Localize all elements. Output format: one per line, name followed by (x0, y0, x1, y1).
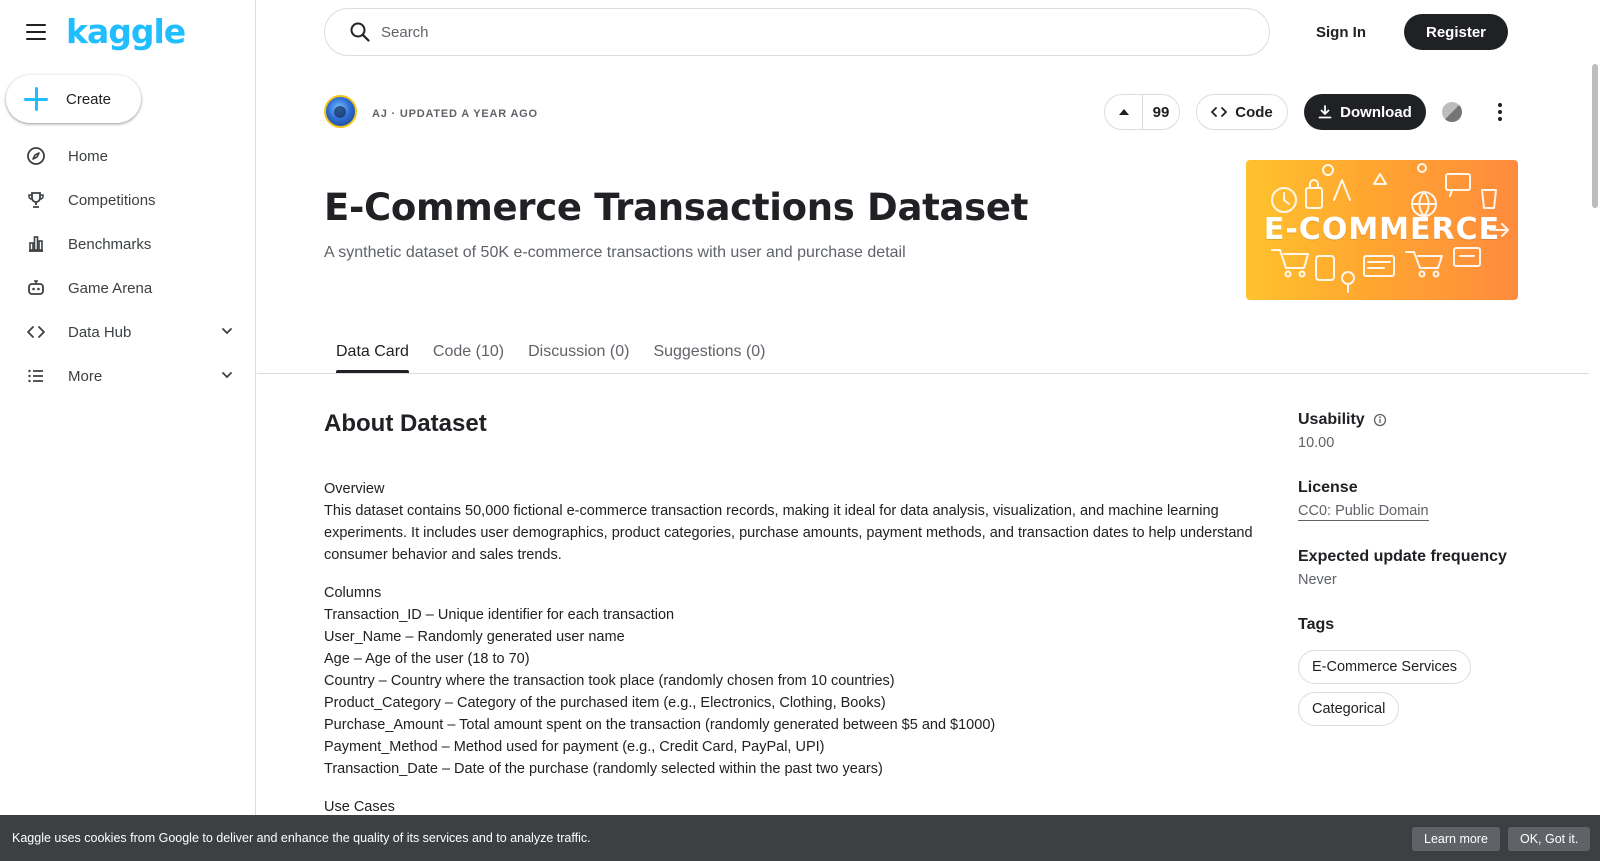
usability-section: Usability 10.00 (1298, 411, 1538, 451)
more-options-icon[interactable] (1494, 100, 1506, 124)
upvote-button[interactable] (1105, 95, 1143, 129)
create-button[interactable]: Create (6, 75, 141, 123)
column-item: Country – Country where the transaction … (324, 673, 895, 689)
cookie-banner: Kaggle uses cookies from Google to deliv… (0, 815, 1600, 861)
sidebar-item-label: Benchmarks (68, 235, 152, 253)
download-button[interactable]: Download (1304, 94, 1426, 130)
about-content: Overview This dataset contains 50,000 fi… (324, 478, 1264, 834)
sidebar-item-data-hub[interactable]: Data Hub (0, 310, 256, 354)
overview-text: This dataset contains 50,000 fictional e… (324, 503, 1253, 563)
theme-toggle-icon[interactable] (1442, 102, 1462, 122)
frequency-value: Never (1298, 572, 1337, 588)
update-frequency-section: Expected update frequency Never (1298, 548, 1538, 588)
tabs-divider (257, 373, 1589, 374)
about-heading: About Dataset (324, 410, 487, 437)
license-link[interactable]: CC0: Public Domain (1298, 503, 1429, 521)
page-subtitle: A synthetic dataset of 50K e-commerce tr… (324, 244, 906, 261)
column-item: User_Name – Randomly generated user name (324, 629, 625, 645)
avatar[interactable] (324, 95, 357, 128)
tag-chip[interactable]: E-Commerce Services (1298, 650, 1472, 684)
tab-suggestions[interactable]: Suggestions (0) (641, 330, 777, 374)
bar-chart-icon (26, 234, 46, 254)
vote-count[interactable]: 99 (1143, 104, 1179, 121)
caret-up-icon (1118, 109, 1129, 115)
chevron-down-icon[interactable] (220, 324, 234, 338)
author-meta: AJ · UPDATED A YEAR AGO (372, 108, 538, 120)
tab-code[interactable]: Code (10) (421, 330, 516, 374)
cookie-ok-button[interactable]: OK, Got it. (1508, 827, 1591, 851)
frequency-label: Expected update frequency (1298, 548, 1507, 565)
sidebar-item-label: Competitions (68, 191, 156, 209)
tab-discussion[interactable]: Discussion (0) (516, 330, 641, 374)
sidebar: kaggle Create Home Competitions Benchmar… (0, 0, 256, 861)
search-input[interactable] (381, 23, 1231, 41)
search-icon (350, 22, 370, 42)
columns-title: Columns (324, 585, 382, 601)
sidebar-item-home[interactable]: Home (0, 134, 256, 178)
trophy-icon (26, 190, 46, 210)
column-item: Payment_Method – Method used for payment… (324, 739, 825, 755)
banner-title: E-COMMERCE (1263, 212, 1501, 247)
compass-icon (26, 146, 46, 166)
tags-label: Tags (1298, 616, 1335, 633)
tab-data-card[interactable]: Data Card (324, 330, 421, 374)
download-icon (1318, 105, 1332, 119)
column-item: Transaction_ID – Unique identifier for e… (324, 607, 675, 623)
cookie-text: Kaggle uses cookies from Google to deliv… (12, 831, 591, 845)
column-item: Age – Age of the user (18 to 70) (324, 651, 530, 667)
usability-label: Usability (1298, 411, 1365, 428)
sidebar-nav: Home Competitions Benchmarks Game Arena … (0, 134, 256, 398)
tag-chip[interactable]: Categorical (1298, 692, 1400, 726)
code-button[interactable]: Code (1196, 94, 1288, 130)
license-label: License (1298, 479, 1358, 496)
robot-icon (26, 278, 46, 298)
create-label: Create (66, 90, 112, 108)
usability-value: 10.00 (1298, 435, 1335, 451)
sidebar-item-label: Data Hub (68, 323, 132, 341)
sidebar-item-game-arena[interactable]: Game Arena (0, 266, 256, 310)
code-icon (1211, 107, 1228, 117)
register-button[interactable]: Register (1404, 14, 1508, 50)
columns-section: Columns Transaction_ID – Unique identifi… (324, 582, 1264, 780)
chevron-down-icon[interactable] (220, 368, 234, 382)
tags-section: Tags E-Commerce Services Categorical (1298, 616, 1538, 726)
code-button-label: Code (1235, 103, 1273, 121)
dataset-cover-image: E-COMMERCE (1246, 160, 1518, 300)
download-button-label: Download (1340, 103, 1412, 121)
column-item: Purchase_Amount – Total amount spent on … (324, 717, 996, 733)
page-scrollbar[interactable] (1592, 64, 1598, 208)
sidebar-item-label: More (68, 367, 103, 385)
sidebar-item-label: Game Arena (68, 279, 153, 297)
sidebar-item-more[interactable]: More (0, 354, 256, 398)
learn-more-button[interactable]: Learn more (1412, 827, 1500, 851)
plus-icon (24, 87, 48, 111)
license-section: License CC0: Public Domain (1298, 479, 1538, 521)
column-item: Transaction_Date – Date of the purchase … (324, 761, 883, 777)
overview-title: Overview (324, 481, 385, 497)
page-title: E-Commerce Transactions Dataset (324, 186, 1029, 229)
code-icon (26, 322, 46, 342)
column-item: Product_Category – Category of the purch… (324, 695, 886, 711)
kaggle-logo[interactable]: kaggle (66, 12, 186, 51)
hamburger-menu-icon[interactable] (26, 24, 46, 40)
dataset-tabs: Data Card Code (10) Discussion (0) Sugge… (324, 330, 778, 374)
upvote-widget: 99 (1104, 94, 1180, 130)
sign-in-button[interactable]: Sign In (1298, 14, 1384, 50)
list-icon (26, 366, 46, 386)
sidebar-item-label: Home (68, 147, 109, 165)
info-icon[interactable] (1373, 413, 1387, 427)
overview-section: Overview This dataset contains 50,000 fi… (324, 478, 1264, 566)
sidebar-item-benchmarks[interactable]: Benchmarks (0, 222, 256, 266)
search-bar[interactable] (324, 8, 1270, 56)
sidebar-item-competitions[interactable]: Competitions (0, 178, 256, 222)
